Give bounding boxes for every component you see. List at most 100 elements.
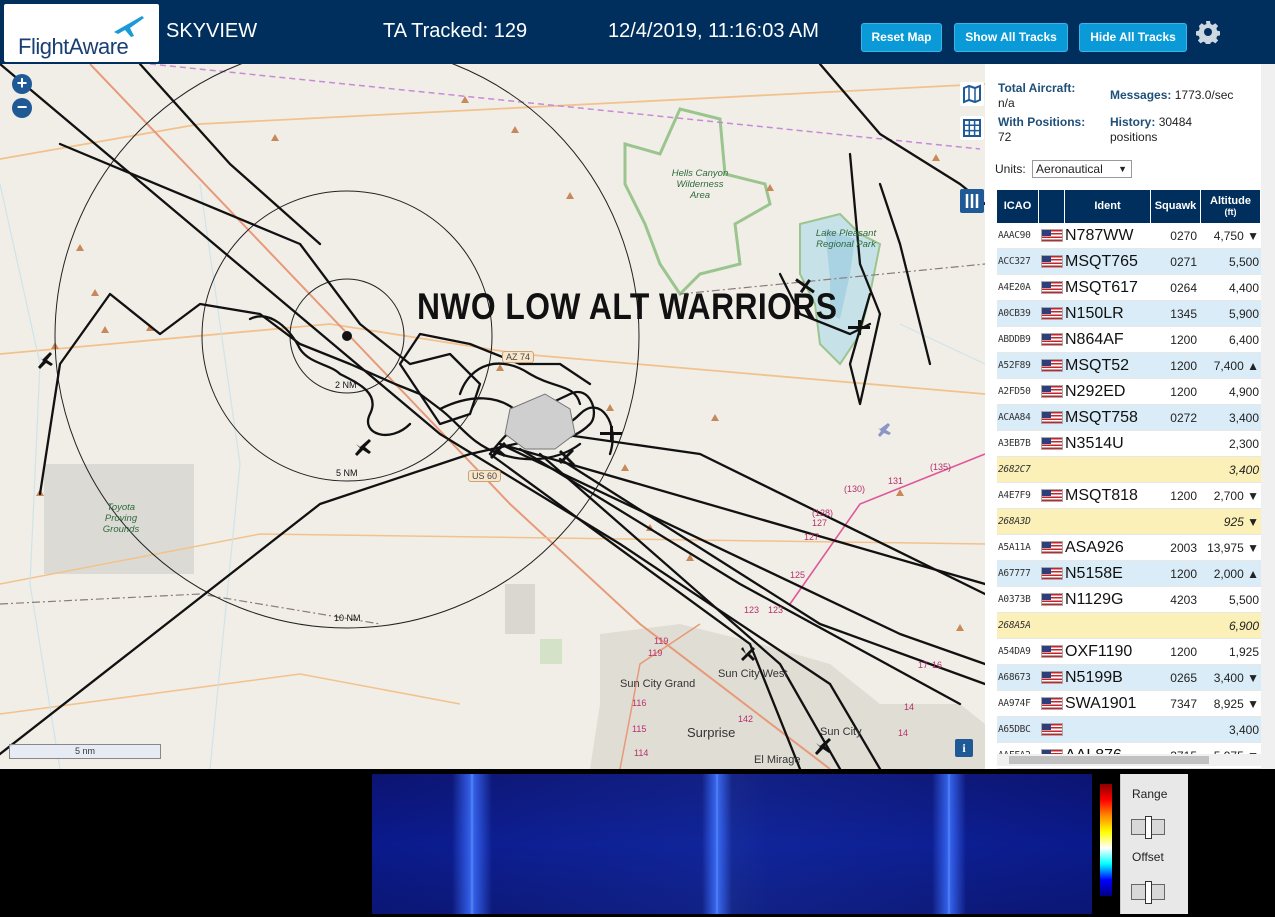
offset-slider[interactable] (1131, 881, 1165, 904)
cell-flag (1039, 359, 1065, 372)
col-header-flag[interactable] (1039, 190, 1065, 223)
waterfall-spectrum (372, 774, 1092, 914)
cell-squawk: 1200 (1170, 384, 1197, 399)
table-row[interactable]: AAAC90 N787WW 0270 4,750 ▼ (997, 223, 1261, 249)
table-row[interactable]: A67777 N5158E 1200 2,000 ▲ (997, 561, 1261, 587)
cell-icao: A4E7F9 (998, 490, 1031, 501)
ring-label-2nm: 2 NM (335, 380, 357, 390)
route-number: 127 (804, 532, 820, 542)
cell-squawk: 1200 (1170, 358, 1197, 373)
table-row[interactable]: 268A3D 925 ▼ (997, 509, 1261, 535)
table-row[interactable]: A0373B N1129G 4203 5,500 (997, 587, 1261, 613)
horizontal-scrollbar[interactable] (997, 754, 1261, 766)
cell-icao: A0CB39 (998, 308, 1031, 319)
cell-altitude: 4,750 ▼ (1213, 228, 1259, 243)
cell-flag (1039, 567, 1065, 580)
flightaware-logo[interactable]: FlightAware (4, 4, 159, 62)
cell-squawk: 7347 (1170, 696, 1197, 711)
table-row[interactable]: ACC327 MSQT765 0271 5,500 (997, 249, 1261, 275)
cell-altitude: 2,000 ▲ (1213, 566, 1259, 581)
route-number: (128) (812, 508, 834, 518)
table-row[interactable]: A2FD50 N292ED 1200 4,900 (997, 379, 1261, 405)
cell-icao: 2682C7 (998, 464, 1031, 475)
units-select[interactable]: Aeronautical ▼ (1032, 160, 1133, 178)
us-flag-icon (1041, 229, 1063, 242)
logo-text: FlightAware (18, 34, 129, 59)
cell-squawk: 1200 (1170, 644, 1197, 659)
cell-squawk: 1200 (1170, 332, 1197, 347)
map-label-sun-city-grand: Sun City Grand (620, 678, 696, 690)
table-row[interactable]: A5A11A ASA926 2003 13,975 ▼ (997, 535, 1261, 561)
us-flag-icon (1041, 411, 1063, 424)
noise-layer (372, 774, 1092, 914)
columns-toggle-button[interactable] (960, 189, 984, 213)
cell-altitude: 3,400 ▼ (1213, 670, 1259, 685)
cell-ident: N150LR (1065, 304, 1124, 322)
cell-squawk: 0270 (1170, 228, 1197, 243)
us-flag-icon (1041, 333, 1063, 346)
cell-squawk: 2003 (1170, 540, 1197, 555)
table-row[interactable]: A0CB39 N150LR 1345 5,900 (997, 301, 1261, 327)
route-number: 16 (932, 660, 943, 670)
current-datetime: 12/4/2019, 11:16:03 AM (608, 20, 819, 42)
table-row[interactable]: A52F89 MSQT52 1200 7,400 ▲ (997, 353, 1261, 379)
cell-altitude: 2,300 (1228, 436, 1259, 451)
us-flag-icon (1041, 281, 1063, 294)
grid-toggle-button[interactable] (960, 116, 984, 140)
table-row[interactable]: ABDDB9 N864AF 1200 6,400 (997, 327, 1261, 353)
zoom-in-button[interactable]: + (12, 74, 32, 94)
cell-altitude: 8,925 ▼ (1213, 696, 1259, 711)
cell-ident: N864AF (1065, 330, 1124, 348)
col-header-ident[interactable]: Ident (1065, 190, 1151, 223)
scrollbar-thumb[interactable] (1009, 756, 1209, 764)
cell-icao: A68673 (998, 672, 1031, 683)
reset-map-button[interactable]: Reset Map (861, 23, 942, 52)
cell-flag (1039, 671, 1065, 684)
cell-squawk: 0264 (1170, 280, 1197, 295)
col-header-altitude[interactable]: Altitude (ft) (1201, 190, 1261, 223)
cell-squawk: 0265 (1170, 670, 1197, 685)
cell-altitude: 4,900 (1228, 384, 1259, 399)
table-row[interactable]: A3EB7B N3514U 2,300 (997, 431, 1261, 457)
cell-ident: SWA1901 (1065, 694, 1137, 712)
cell-icao: A54DA9 (998, 646, 1031, 657)
col-header-altitude-unit: (ft) (1224, 206, 1237, 217)
table-row[interactable]: AA974F SWA1901 7347 8,925 ▼ (997, 691, 1261, 717)
route-number: 142 (738, 714, 754, 724)
table-row[interactable]: A54DA9 OXF1190 1200 1,925 (997, 639, 1261, 665)
show-all-tracks-button[interactable]: Show All Tracks (954, 23, 1068, 52)
table-row[interactable]: 2682C7 3,400 (997, 457, 1261, 483)
cell-flag (1039, 385, 1065, 398)
info-button[interactable]: i (955, 739, 973, 757)
chevron-down-icon: ▼ (1118, 164, 1128, 174)
range-slider[interactable] (1131, 816, 1165, 839)
table-row[interactable]: A4E7F9 MSQT818 1200 2,700 ▼ (997, 483, 1261, 509)
cell-flag (1039, 255, 1065, 268)
units-row: Units: Aeronautical ▼ (995, 160, 1133, 178)
cell-ident: MSQT758 (1065, 408, 1138, 426)
cell-ident: MSQT52 (1065, 356, 1130, 374)
cell-flag (1039, 489, 1065, 502)
zoom-out-button[interactable]: − (12, 98, 32, 118)
gear-icon[interactable] (1196, 20, 1220, 44)
offset-label: Offset (1132, 850, 1164, 864)
route-number: 115 (632, 724, 647, 734)
hide-all-tracks-button[interactable]: Hide All Tracks (1079, 23, 1187, 52)
us-flag-icon (1041, 541, 1063, 554)
cell-flag (1039, 229, 1065, 242)
table-row[interactable]: A4E20A MSQT617 0264 4,400 (997, 275, 1261, 301)
table-row[interactable]: ACAA84 MSQT758 0272 3,400 (997, 405, 1261, 431)
map-view[interactable]: + − NWO LOW ALT WARRIORS 2 NM 5 NM 10 NM… (0, 64, 985, 769)
us-flag-icon (1041, 359, 1063, 372)
stat-messages: Messages: 1773.0/sec (1110, 88, 1270, 103)
map-toggle-button[interactable] (960, 82, 984, 106)
table-row[interactable]: A68673 N5199B 0265 3,400 ▼ (997, 665, 1261, 691)
col-header-squawk[interactable]: Squawk (1151, 190, 1201, 223)
cell-icao: A52F89 (998, 360, 1031, 371)
us-flag-icon (1041, 489, 1063, 502)
col-header-altitude-label: Altitude (1210, 194, 1251, 207)
table-row[interactable]: A65DBC 3,400 (997, 717, 1261, 743)
vertical-scrollbar[interactable] (1261, 64, 1275, 769)
col-header-icao[interactable]: ICAO (997, 190, 1039, 223)
table-row[interactable]: 268A5A 6,900 (997, 613, 1261, 639)
